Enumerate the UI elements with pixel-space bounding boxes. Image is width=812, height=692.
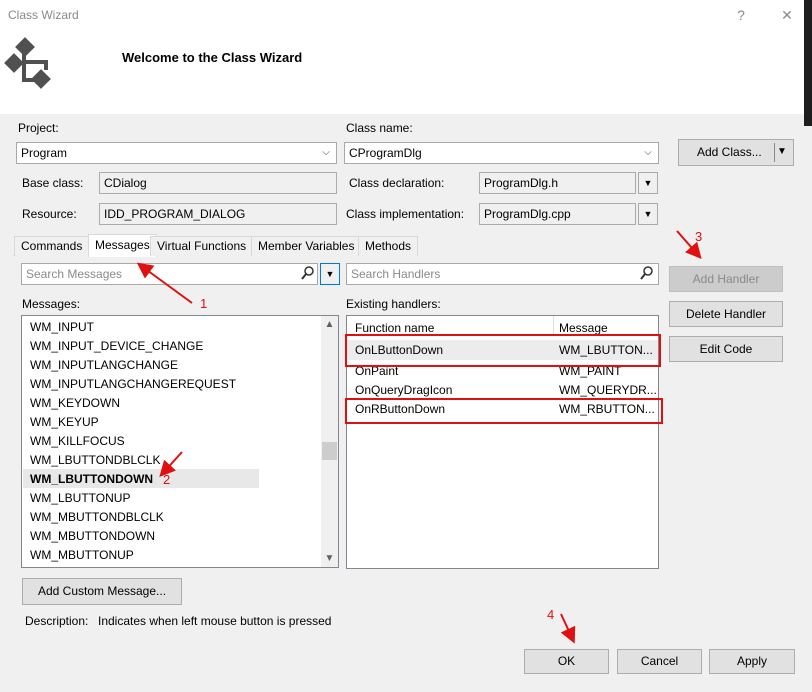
annotation-arrow-4 <box>560 613 576 644</box>
annotation-number-3: 3 <box>695 229 703 244</box>
annotation-number-2: 2 <box>163 472 171 487</box>
annotation-arrows <box>136 230 702 644</box>
annotation-number-1: 1 <box>200 296 208 311</box>
annotation-arrow-1 <box>136 262 193 304</box>
annotation-number-4: 4 <box>547 607 555 622</box>
annotation-arrow-2 <box>159 451 183 477</box>
